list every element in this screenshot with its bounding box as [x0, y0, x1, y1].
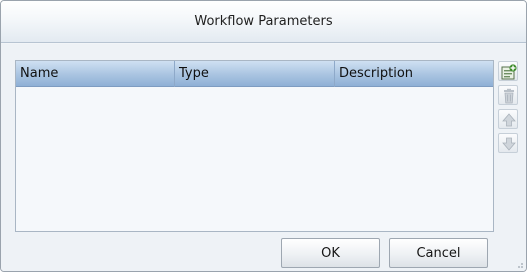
- table-header: Name Type Description: [16, 61, 493, 87]
- resize-grip-icon[interactable]: [514, 259, 524, 269]
- dialog-body: Name Type Description OK Cancel: [1, 44, 526, 271]
- parameters-table[interactable]: Name Type Description: [15, 60, 494, 232]
- delete-parameter-button[interactable]: [498, 85, 518, 105]
- ok-button[interactable]: OK: [281, 238, 380, 268]
- add-parameter-button[interactable]: [498, 61, 518, 81]
- column-header-description[interactable]: Description: [335, 61, 493, 87]
- move-down-icon: [502, 137, 516, 151]
- dialog-titlebar[interactable]: Workflow Parameters: [1, 1, 526, 43]
- cancel-button[interactable]: Cancel: [389, 238, 488, 268]
- move-up-icon: [502, 113, 516, 127]
- column-header-name[interactable]: Name: [16, 61, 175, 87]
- column-header-type[interactable]: Type: [175, 61, 335, 87]
- workflow-parameters-dialog: Workflow Parameters Name Type Descriptio…: [0, 0, 527, 272]
- move-up-button[interactable]: [498, 109, 518, 129]
- parameters-toolbar: [498, 61, 520, 157]
- dialog-title: Workflow Parameters: [194, 14, 333, 29]
- add-parameter-icon: [501, 64, 517, 80]
- move-down-button[interactable]: [498, 133, 518, 153]
- delete-icon: [504, 88, 514, 104]
